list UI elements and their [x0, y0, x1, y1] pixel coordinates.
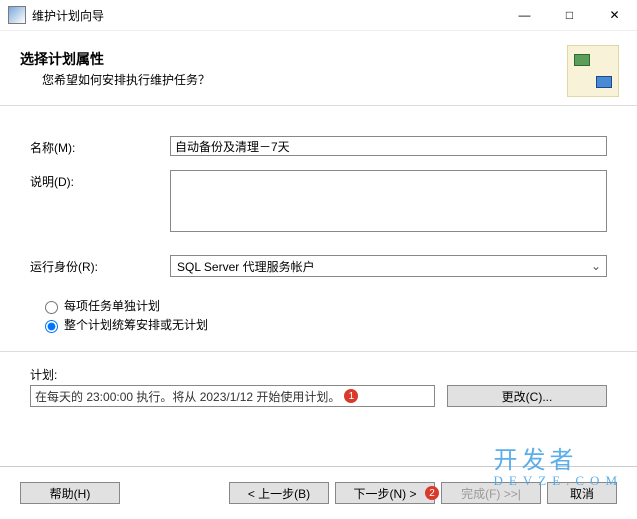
description-label: 说明(D):	[30, 170, 170, 190]
next-button-label: 下一步(N) >	[353, 485, 416, 502]
cancel-button[interactable]: 取消	[547, 482, 617, 504]
radio-separate-schedules-input[interactable]	[45, 301, 58, 314]
name-input[interactable]	[170, 136, 607, 156]
minimize-button[interactable]: —	[502, 1, 547, 29]
schedule-text-field: 在每天的 23:00:00 执行。将从 2023/1/12 开始使用计划。 1	[30, 385, 435, 407]
finish-button: 完成(F) >>|	[441, 482, 541, 504]
maximize-button[interactable]: □	[547, 1, 592, 29]
runas-label: 运行身份(R):	[30, 255, 170, 275]
runas-selected-value: SQL Server 代理服务帐户	[177, 258, 315, 275]
radio-single-schedule[interactable]: 整个计划统筹安排或无计划	[40, 316, 607, 333]
app-icon	[8, 6, 26, 24]
radio-separate-schedules[interactable]: 每项任务单独计划	[40, 297, 607, 314]
radio-separate-schedules-label: 每项任务单独计划	[64, 297, 160, 314]
chevron-down-icon: ⌄	[588, 259, 604, 273]
next-button[interactable]: 下一步(N) >	[335, 482, 435, 504]
finish-button-label: 完成(F) >>|	[461, 485, 521, 502]
wizard-graphic-icon	[567, 45, 619, 97]
change-schedule-button[interactable]: 更改(C)...	[447, 385, 607, 407]
help-button-label: 帮助(H)	[50, 485, 91, 502]
description-textarea[interactable]	[170, 170, 607, 232]
page-subtitle: 您希望如何安排执行维护任务？	[42, 71, 210, 88]
annotation-badge-1: 1	[344, 389, 358, 403]
radio-single-schedule-label: 整个计划统筹安排或无计划	[64, 316, 208, 333]
window-title: 维护计划向导	[32, 7, 502, 24]
minimize-icon: —	[519, 8, 531, 22]
annotation-badge-2: 2	[425, 486, 439, 500]
cancel-button-label: 取消	[570, 485, 594, 502]
help-button[interactable]: 帮助(H)	[20, 482, 120, 504]
close-button[interactable]: ✕	[592, 1, 637, 29]
back-button-label: < 上一步(B)	[248, 485, 310, 502]
schedule-label: 计划:	[30, 366, 607, 383]
close-icon: ✕	[609, 8, 619, 22]
name-label: 名称(M):	[30, 136, 170, 156]
runas-combobox[interactable]: SQL Server 代理服务帐户 ⌄	[170, 255, 607, 277]
schedule-text: 在每天的 23:00:00 执行。将从 2023/1/12 开始使用计划。	[35, 388, 340, 405]
back-button[interactable]: < 上一步(B)	[229, 482, 329, 504]
page-title: 选择计划属性	[20, 49, 210, 69]
maximize-icon: □	[566, 8, 573, 22]
change-schedule-button-label: 更改(C)...	[502, 388, 553, 405]
radio-single-schedule-input[interactable]	[45, 320, 58, 333]
